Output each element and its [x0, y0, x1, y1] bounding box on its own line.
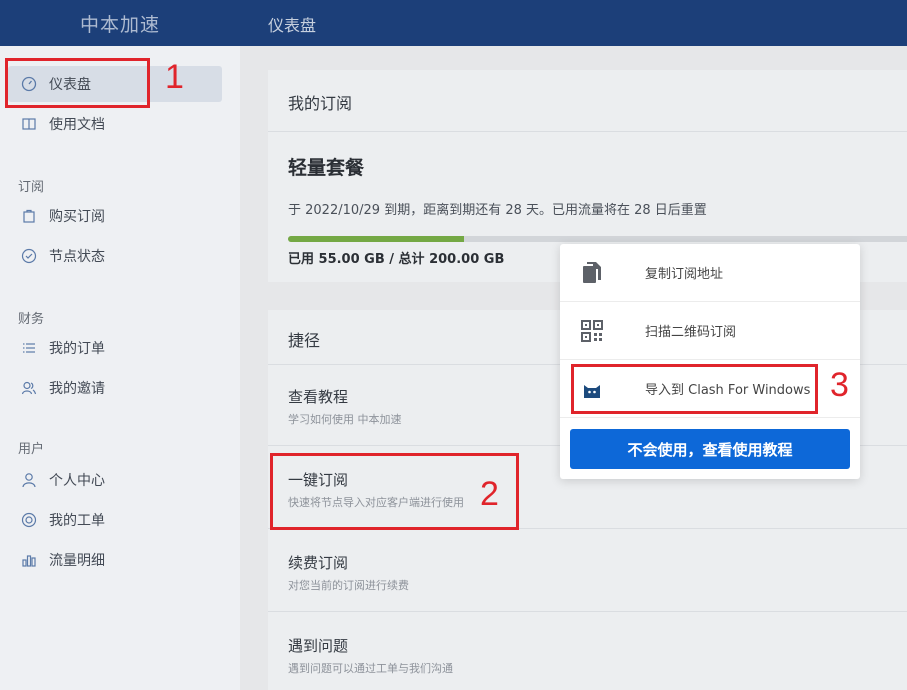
view-tutorial-button[interactable]: 不会使用，查看使用教程: [570, 429, 850, 469]
usage-progress-fill: [288, 236, 464, 242]
shortcut-help[interactable]: 遇到问题 遇到问题可以通过工单与我们沟通: [288, 635, 453, 676]
subscribe-popup: 复制订阅地址 扫描二维码订阅 导入到 Clash For Windows 不会使…: [560, 244, 860, 479]
annotation-box-3: [571, 364, 818, 414]
popup-option-label: 扫描二维码订阅: [645, 325, 737, 340]
check-circle-icon: [20, 247, 38, 265]
divider: [268, 131, 907, 132]
sidebar-item-profile[interactable]: 个人中心: [8, 462, 222, 498]
bag-icon: [20, 207, 38, 225]
nav-group-title: 订阅: [18, 180, 45, 195]
list-icon: [20, 339, 38, 357]
scan-qr-option[interactable]: 扫描二维码订阅: [560, 302, 860, 360]
annotation-box-1: [5, 58, 150, 108]
sidebar-item-label: 我的工单: [49, 513, 105, 529]
book-icon: [20, 115, 38, 133]
sidebar-item-invites[interactable]: 我的邀请: [8, 370, 222, 406]
sidebar-item-label: 节点状态: [49, 249, 105, 265]
copy-subscription-option[interactable]: 复制订阅地址: [560, 244, 860, 302]
shortcut-desc: 遇到问题可以通过工单与我们沟通: [288, 662, 453, 675]
nav-group-title: 财务: [18, 312, 45, 327]
shortcut-tutorial[interactable]: 查看教程 学习如何使用 中本加速: [288, 386, 402, 427]
sidebar-item-docs[interactable]: 使用文档: [8, 106, 222, 142]
sidebar-item-label: 我的邀请: [49, 381, 105, 397]
shortcut-desc: 对您当前的订阅进行续费: [288, 579, 409, 592]
user-icon: [20, 471, 38, 489]
shortcut-title: 遇到问题: [288, 637, 349, 655]
usage-progress-bar: [288, 236, 907, 242]
plan-name: 轻量套餐: [288, 157, 365, 179]
page-title: 仪表盘: [268, 16, 317, 35]
expiry-text: 于 2022/10/29 到期，距离到期还有 28 天。已用流量将在 28 日后…: [288, 203, 707, 218]
brand-logo[interactable]: 中本加速: [0, 0, 240, 46]
users-icon: [20, 379, 38, 397]
usage-text: 已用 55.00 GB / 总计 200.00 GB: [288, 252, 505, 267]
nav-group-title: 用户: [18, 442, 45, 457]
shortcut-title: 续费订阅: [288, 554, 349, 572]
annotation-number-1: 1: [165, 58, 184, 96]
bar-chart-icon: [20, 551, 38, 569]
sidebar-item-label: 使用文档: [49, 117, 105, 133]
divider: [268, 611, 907, 612]
sidebar-item-label: 个人中心: [49, 473, 105, 489]
copy-icon: [580, 261, 604, 285]
sidebar-item-label: 我的订单: [49, 341, 105, 357]
sidebar-item-traffic[interactable]: 流量明细: [8, 542, 222, 578]
shortcuts-heading: 捷径: [288, 331, 321, 350]
shortcut-title: 查看教程: [288, 388, 349, 406]
sidebar-item-label: 流量明细: [49, 553, 105, 569]
annotation-number-3: 3: [830, 366, 849, 404]
popup-option-label: 复制订阅地址: [645, 267, 724, 282]
annotation-number-2: 2: [480, 475, 499, 513]
sidebar-item-orders[interactable]: 我的订单: [8, 330, 222, 366]
sidebar-item-node-status[interactable]: 节点状态: [8, 238, 222, 274]
shortcut-desc: 学习如何使用 中本加速: [288, 413, 402, 426]
sidebar-item-buy[interactable]: 购买订阅: [8, 198, 222, 234]
shortcut-renew[interactable]: 续费订阅 对您当前的订阅进行续费: [288, 552, 409, 593]
support-icon: [20, 511, 38, 529]
sidebar-item-tickets[interactable]: 我的工单: [8, 502, 222, 538]
sidebar-item-label: 购买订阅: [49, 209, 105, 225]
header-bar: 仪表盘: [240, 0, 907, 46]
subscription-heading: 我的订阅: [288, 94, 353, 113]
qr-code-icon: [580, 319, 604, 343]
